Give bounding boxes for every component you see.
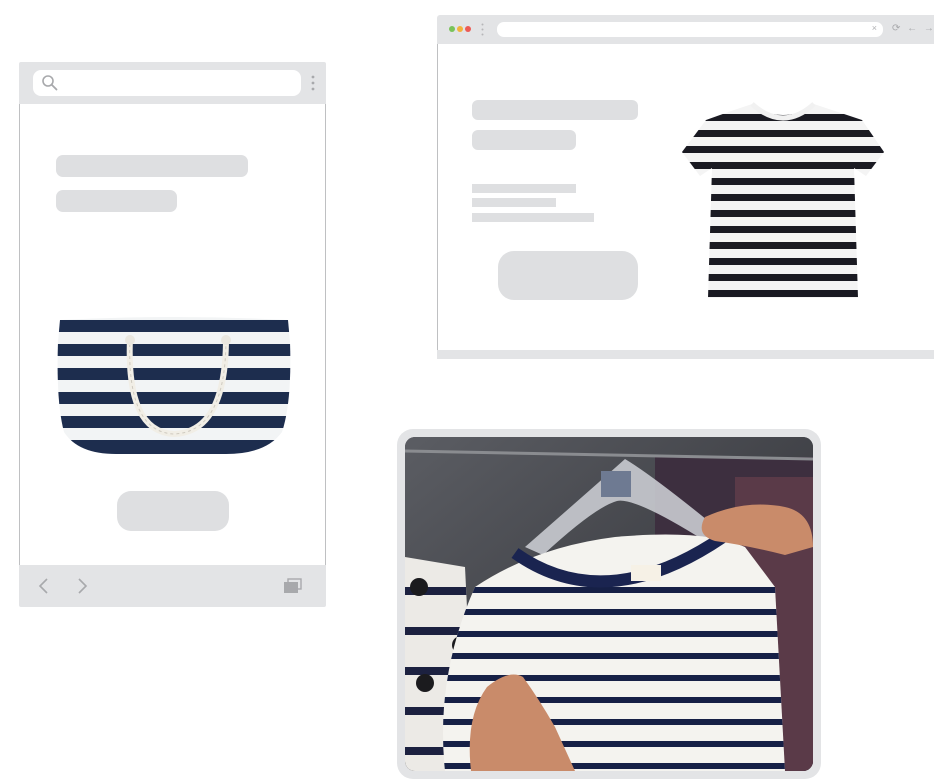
mobile-phone-mockup <box>19 62 326 607</box>
mobile-screen <box>19 104 326 565</box>
mobile-top-bar <box>19 62 326 104</box>
window-control-green[interactable] <box>449 26 455 32</box>
search-input[interactable] <box>33 70 301 96</box>
photo-frame <box>397 429 821 779</box>
chevron-right-icon[interactable] <box>75 577 89 595</box>
add-to-cart-button[interactable] <box>498 251 638 300</box>
shopping-photo <box>405 437 813 771</box>
address-bar[interactable]: × <box>497 22 883 37</box>
product-subtitle-placeholder <box>472 130 576 150</box>
t-shirt-image <box>682 102 884 298</box>
tote-bag-image <box>57 317 291 454</box>
product-title-placeholder <box>472 100 638 120</box>
browser-bottom-bar <box>437 350 934 359</box>
browser-nav-icons[interactable]: ⟳ ← → <box>892 23 934 34</box>
browser-toolbar: × ⟳ ← → <box>437 15 934 44</box>
description-line <box>472 198 556 207</box>
window-control-red[interactable] <box>465 26 471 32</box>
add-to-cart-button[interactable] <box>117 491 229 531</box>
window-control-yellow[interactable] <box>457 26 463 32</box>
kebab-menu-icon[interactable] <box>311 75 315 91</box>
product-title-placeholder <box>56 155 248 177</box>
description-line <box>472 184 576 193</box>
product-subtitle-placeholder <box>56 190 177 212</box>
clear-url-icon[interactable]: × <box>872 23 877 33</box>
desktop-browser-mockup: × ⟳ ← → <box>437 15 934 359</box>
chevron-left-icon[interactable] <box>37 577 51 595</box>
tabs-icon[interactable] <box>283 577 303 595</box>
kebab-menu-icon[interactable] <box>481 23 484 36</box>
browser-page <box>437 44 934 350</box>
search-icon <box>42 75 58 91</box>
description-line <box>472 213 594 222</box>
hands-holding-striped-shirt-image <box>405 437 813 771</box>
mobile-bottom-bar <box>19 565 326 607</box>
